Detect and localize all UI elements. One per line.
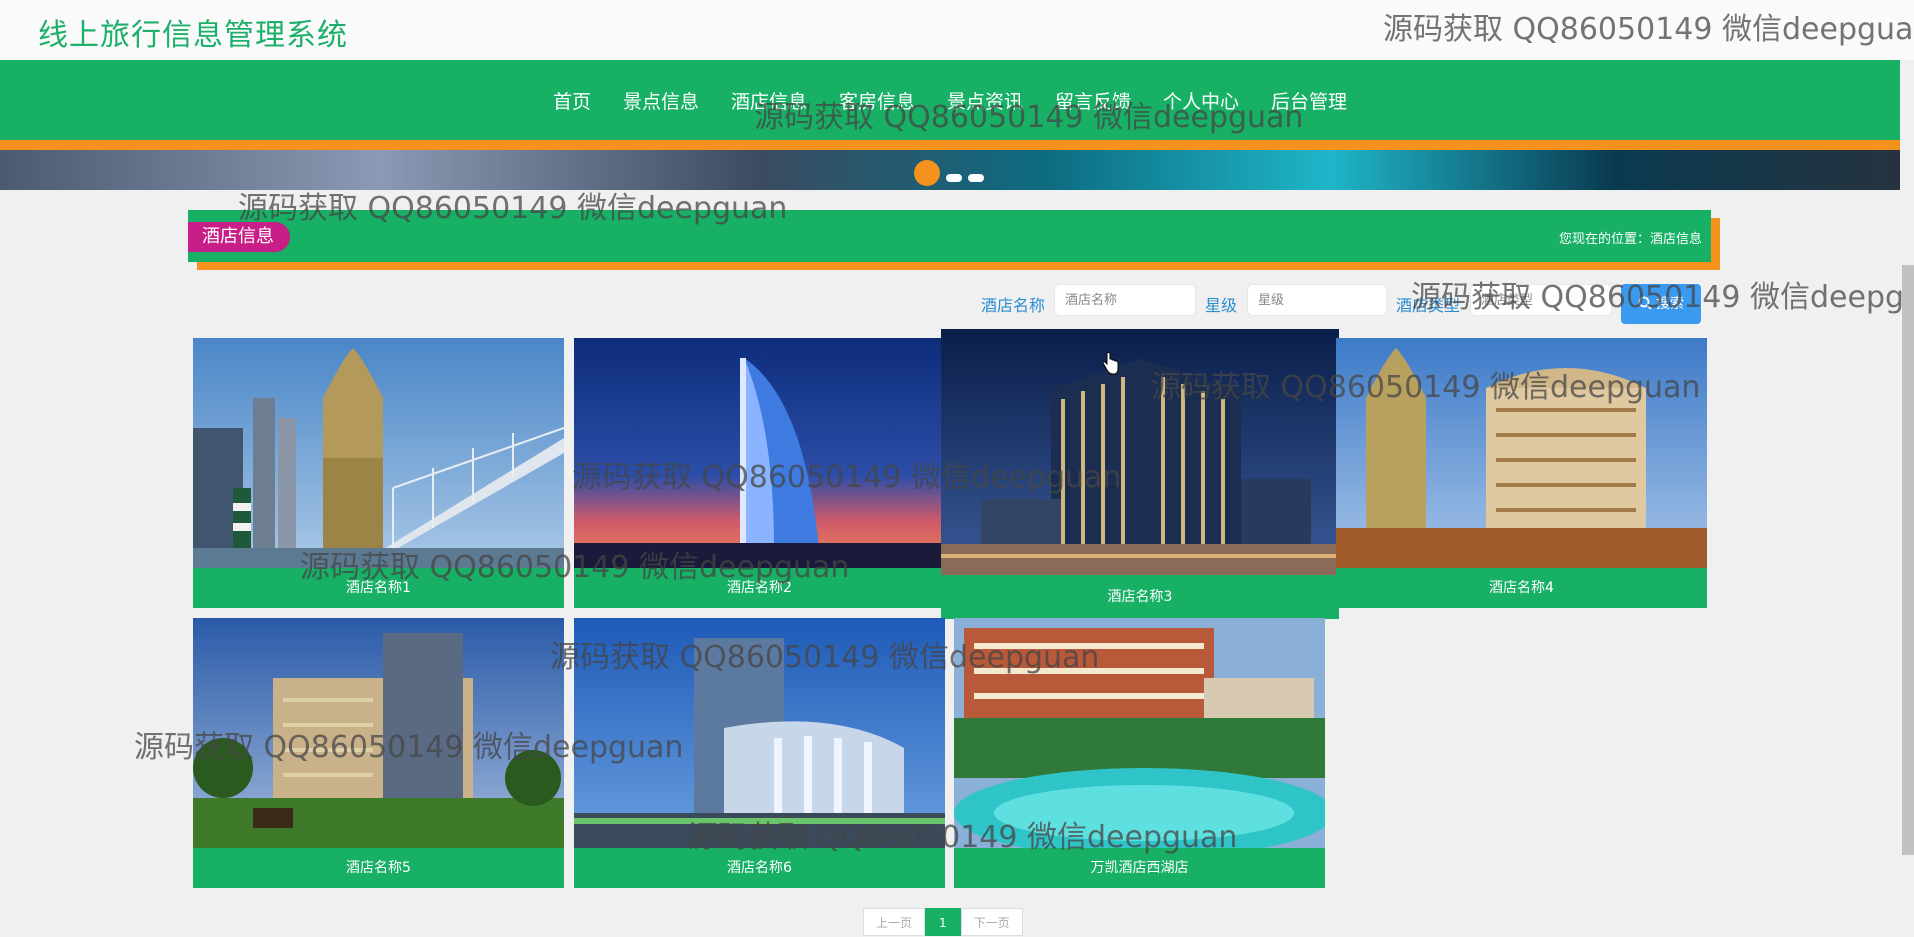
hotel-name[interactable]: 万凯酒店西湖店 [954, 848, 1325, 888]
nav-admin[interactable]: 后台管理 [1255, 87, 1363, 114]
nav-attractions[interactable]: 景点信息 [607, 87, 715, 114]
type-label: 酒店类型 [1396, 296, 1461, 315]
search-button-label: 搜索 [1656, 296, 1684, 312]
section-bar [188, 210, 1711, 262]
hotel-card[interactable]: 万凯酒店西湖店 [954, 618, 1325, 888]
section-title: 酒店信息 [188, 222, 290, 252]
star-label: 星级 [1205, 296, 1238, 315]
hotel-photo[interactable] [193, 618, 564, 848]
carousel-dot-1[interactable] [914, 160, 940, 186]
site-header: 线上旅行信息管理系统 [0, 0, 1914, 60]
hotel-card[interactable]: 酒店名称1 [193, 338, 564, 608]
name-input[interactable]: 酒店名称 [1054, 284, 1196, 316]
nav-rooms[interactable]: 客房信息 [823, 87, 931, 114]
nav-home[interactable]: 首页 [537, 87, 607, 114]
hotel-card-hovered[interactable]: 酒店名称3 [941, 329, 1339, 619]
page-1-button[interactable]: 1 [925, 908, 961, 936]
search-bar: 酒店名称 酒店名称 星级 星级 酒店类型 酒店类型 搜索 [0, 284, 1914, 324]
banner-accent-line [0, 140, 1900, 150]
hotel-photo[interactable] [574, 338, 945, 568]
hotel-name[interactable]: 酒店名称6 [574, 848, 945, 888]
carousel-dot-2[interactable] [946, 174, 962, 182]
type-input[interactable]: 酒店类型 [1470, 284, 1612, 316]
hotel-name[interactable]: 酒店名称3 [941, 575, 1339, 619]
next-page-button[interactable]: 下一页 [960, 908, 1023, 936]
star-input[interactable]: 星级 [1247, 284, 1387, 316]
nav-profile[interactable]: 个人中心 [1147, 87, 1255, 114]
hotel-card[interactable]: 酒店名称5 [193, 618, 564, 888]
hotel-name[interactable]: 酒店名称4 [1336, 568, 1707, 608]
hotel-photo[interactable] [954, 618, 1325, 848]
site-title: 线上旅行信息管理系统 [38, 18, 348, 53]
hotel-name[interactable]: 酒店名称5 [193, 848, 564, 888]
hotel-name[interactable]: 酒店名称2 [574, 568, 945, 608]
nav-feedback[interactable]: 留言反馈 [1039, 87, 1147, 114]
main-navbar: 首页 景点信息 酒店信息 客房信息 景点资讯 留言反馈 个人中心 后台管理 [0, 60, 1900, 140]
hotel-card[interactable]: 酒店名称2 [574, 338, 945, 608]
hotel-name[interactable]: 酒店名称1 [193, 568, 564, 608]
hotel-photo[interactable] [941, 329, 1339, 575]
prev-page-button[interactable]: 上一页 [863, 908, 926, 936]
hand-cursor-icon [1102, 352, 1119, 375]
nav-news[interactable]: 景点资讯 [931, 87, 1039, 114]
search-button[interactable]: 搜索 [1621, 284, 1701, 324]
page-scrollbar[interactable] [1902, 265, 1914, 855]
search-icon [1638, 296, 1652, 310]
breadcrumb: 您现在的位置：酒店信息 [1558, 232, 1702, 247]
hotel-photo[interactable] [193, 338, 564, 568]
name-label: 酒店名称 [981, 296, 1046, 315]
hotel-card[interactable]: 酒店名称6 [574, 618, 945, 888]
carousel-dot-3[interactable] [968, 174, 984, 182]
hotel-card[interactable]: 酒店名称4 [1336, 338, 1707, 608]
nav-hotels[interactable]: 酒店信息 [715, 87, 823, 114]
pagination: 上一页 1 下一页 [863, 908, 1023, 936]
hotel-photo[interactable] [574, 618, 945, 848]
hotel-photo[interactable] [1336, 338, 1707, 568]
